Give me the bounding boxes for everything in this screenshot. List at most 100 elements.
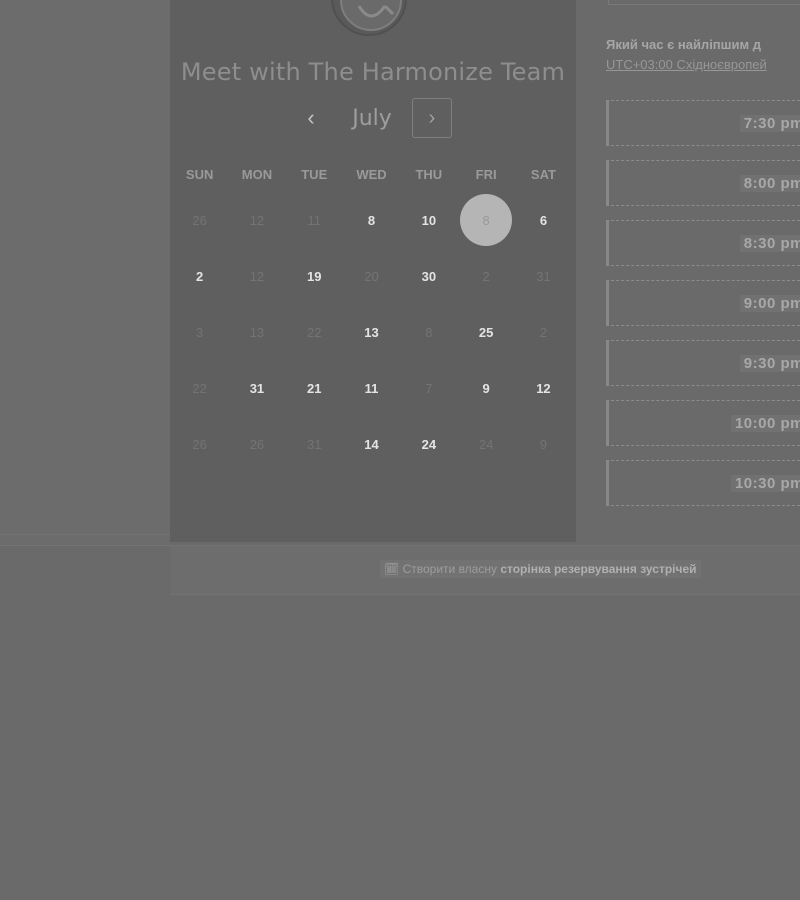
- calendar-day: 2: [457, 248, 514, 304]
- calendar-day[interactable]: 21: [286, 360, 343, 416]
- day-number: 26: [192, 212, 207, 228]
- time-slot-button[interactable]: 8:00 pm: [606, 160, 800, 206]
- day-number: 22: [192, 380, 207, 396]
- calendar-day[interactable]: 14: [343, 416, 400, 472]
- day-number: 30: [421, 268, 437, 284]
- prev-month-button[interactable]: ‹: [298, 104, 324, 132]
- calendar-panel: Meet with The Harmonize Team ‹ July › SU…: [170, 0, 576, 542]
- day-number: 24: [421, 436, 437, 452]
- time-slot-label: 9:00 pm: [739, 295, 800, 312]
- calendar-day[interactable]: 30: [400, 248, 457, 304]
- calendar-day[interactable]: 2: [171, 248, 228, 304]
- calendar-day: 12: [228, 248, 285, 304]
- day-number: 21: [307, 380, 322, 396]
- time-slot-button[interactable]: 10:30 pm: [606, 460, 800, 506]
- chevron-left-icon: ‹: [307, 105, 315, 130]
- day-number: 8: [367, 212, 376, 228]
- calendar-week: 22 31 21 11 7 9 12: [170, 360, 576, 416]
- day-number: 3: [196, 324, 204, 340]
- calendar-day: 26: [171, 192, 228, 248]
- time-slot-label: 9:30 pm: [739, 355, 800, 372]
- left-background: [0, 0, 170, 545]
- weekday-fri: FRI: [475, 167, 497, 182]
- weekday-thu: THU: [415, 167, 443, 182]
- day-number: 26: [249, 436, 265, 452]
- calendar-day: 24: [457, 416, 514, 472]
- calendar-day[interactable]: 25: [457, 304, 514, 360]
- calendar-day: 22: [171, 360, 228, 416]
- next-month-button[interactable]: ›: [412, 98, 452, 138]
- time-slot-label: 8:30 pm: [739, 235, 800, 252]
- calendar-day[interactable]: 24: [400, 416, 457, 472]
- calendar-day: 13: [228, 304, 285, 360]
- calendar-day: 8: [400, 304, 457, 360]
- day-number: 11: [364, 380, 379, 396]
- calendar-week: 26 12 11 8 10 8 6: [170, 192, 576, 248]
- calendar-day[interactable]: 9: [457, 360, 514, 416]
- day-number: 31: [249, 380, 265, 396]
- calendar-day: 12: [228, 192, 285, 248]
- time-question: Який час є найліпшим д: [606, 37, 761, 52]
- create-booking-page-link[interactable]: 🗓 Створити власну сторінка резервування …: [380, 560, 701, 578]
- day-number: 11: [307, 212, 321, 228]
- time-slot-button[interactable]: 7:30 pm: [606, 100, 800, 146]
- calendar-day[interactable]: 8: [343, 192, 400, 248]
- divider: [608, 0, 800, 5]
- calendar-day[interactable]: 19: [286, 248, 343, 304]
- day-number: 2: [539, 324, 548, 340]
- calendar-icon: 🗓: [384, 562, 400, 576]
- day-number: 6: [539, 212, 548, 228]
- month-label: July: [352, 106, 392, 131]
- time-slot-label: 10:30 pm: [730, 475, 800, 492]
- day-number: 24: [478, 436, 494, 452]
- day-number: 10: [421, 212, 437, 228]
- day-number: 2: [482, 268, 490, 284]
- timezone-selector[interactable]: UTC+03:00 Східноєвропей: [606, 57, 767, 72]
- calendar-day[interactable]: 6: [515, 192, 572, 248]
- calendar-week: 3 13 22 13 8 25 2: [170, 304, 576, 360]
- calendar-day[interactable]: 12: [515, 360, 572, 416]
- team-logo-icon: [340, 0, 402, 31]
- calendar-day[interactable]: 11: [343, 360, 400, 416]
- calendar-day: 26: [171, 416, 228, 472]
- calendar-day-selected[interactable]: 8: [457, 192, 514, 248]
- calendar-day[interactable]: 10: [400, 192, 457, 248]
- time-slot-list: 7:30 pm 8:00 pm 8:30 pm 9:00 pm 9:30 pm 10:00…: [606, 100, 800, 520]
- day-number: 25: [478, 324, 494, 340]
- weekday-wed: WED: [356, 167, 387, 182]
- calendar-day: 22: [286, 304, 343, 360]
- calendar-day[interactable]: 31: [228, 360, 285, 416]
- footer-prefix: Створити власну: [402, 562, 501, 576]
- calendar-day: 2: [515, 304, 572, 360]
- team-avatar: [331, 0, 407, 36]
- day-number: 9: [539, 436, 548, 452]
- day-number: 12: [249, 212, 265, 228]
- calendar-day: 31: [286, 416, 343, 472]
- day-number: 13: [364, 324, 379, 340]
- calendar-week: 26 26 31 14 24 24 9: [170, 416, 576, 472]
- day-number: 12: [536, 380, 551, 396]
- time-panel: Який час є найліпшим д UTC+03:00 Східноє…: [582, 0, 800, 545]
- weekday-tue: TUE: [301, 167, 328, 182]
- calendar-day: 20: [343, 248, 400, 304]
- day-number: 19: [307, 268, 322, 284]
- footer-link-text: сторінка резервування зустрічей: [500, 562, 697, 576]
- day-number: 22: [307, 324, 322, 340]
- calendar-day[interactable]: 13: [343, 304, 400, 360]
- time-slot-label: 7:30 pm: [739, 115, 800, 132]
- day-number: 9: [482, 380, 490, 396]
- day-number: 2: [196, 268, 204, 284]
- day-number: 31: [536, 268, 551, 284]
- time-slot-button[interactable]: 9:30 pm: [606, 340, 800, 386]
- footer: 🗓 Створити власну сторінка резервування …: [170, 545, 800, 595]
- time-slot-button[interactable]: 8:30 pm: [606, 220, 800, 266]
- calendar-day: 11: [286, 192, 343, 248]
- day-number: 8: [482, 212, 490, 228]
- time-slot-button[interactable]: 9:00 pm: [606, 280, 800, 326]
- page-title: Meet with The Harmonize Team: [180, 58, 566, 86]
- day-number: 12: [249, 268, 265, 284]
- time-slot-button[interactable]: 10:00 pm: [606, 400, 800, 446]
- calendar-grid: SUN MON TUE WED THU FRI SAT 26 12 11 8 10 8 6 2 12 19 20…: [170, 158, 576, 472]
- day-number: 7: [425, 380, 433, 396]
- calendar-weeks: 26 12 11 8 10 8 6 2 12 19 20 30 2 31 3 13 22 13 8 25 2 22 31 21…: [170, 192, 576, 472]
